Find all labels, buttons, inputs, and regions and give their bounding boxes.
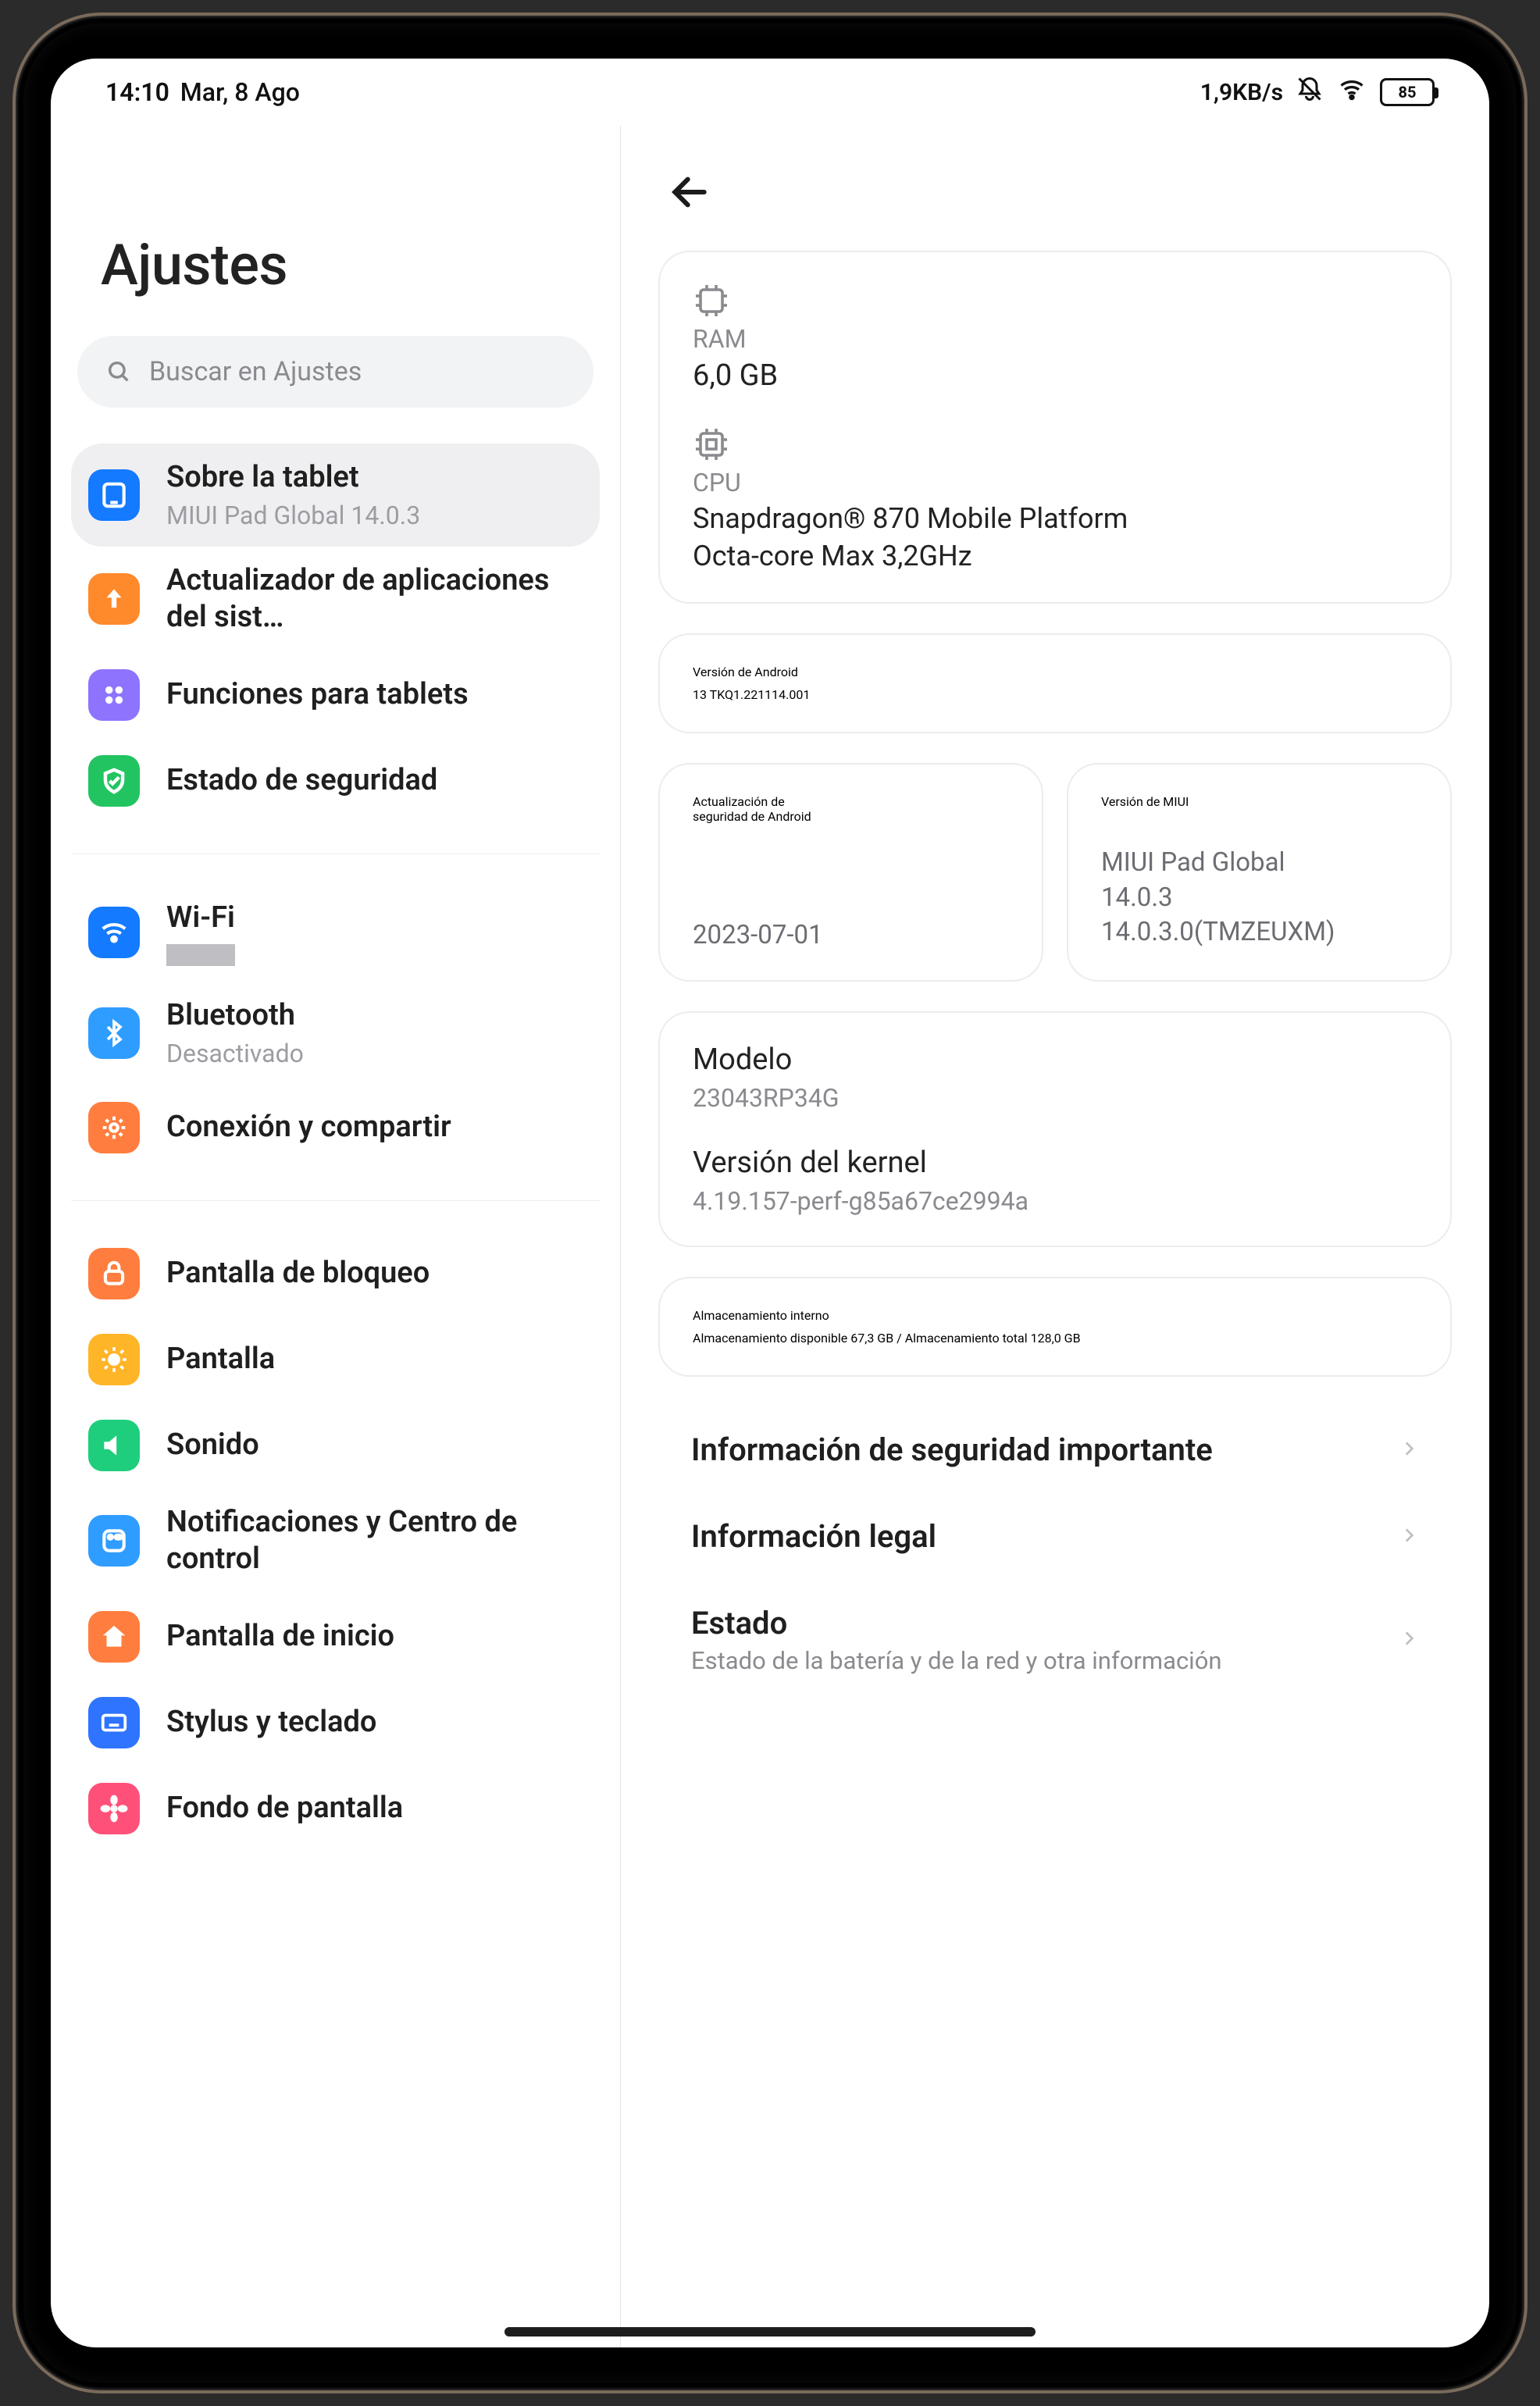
- status-clock: 14:10: [105, 77, 169, 107]
- sidebar-item-notifications[interactable]: Notificaciones y Centro de control: [71, 1488, 600, 1594]
- search-placeholder: Buscar en Ajustes: [149, 356, 362, 387]
- model-title: Modelo: [693, 1043, 1417, 1077]
- sidebar-item-wallpaper[interactable]: Fondo de pantalla: [71, 1766, 600, 1852]
- detail-pane: RAM 6,0 GB CPU Snapdragon® 870 Mobile Pl…: [621, 126, 1489, 2347]
- search-input[interactable]: Buscar en Ajustes: [77, 336, 594, 408]
- link-label: Información de seguridad importante: [691, 1431, 1383, 1468]
- card-android-version[interactable]: Versión de Android 13 TKQ1.221114.001: [658, 633, 1452, 733]
- sidebar-item-label: Funciones para tablets: [166, 676, 469, 714]
- sidebar-item-connection-share[interactable]: Conexión y compartir: [71, 1085, 600, 1171]
- sidebar-item-sub: Desactivado: [166, 1038, 304, 1069]
- miui-line-2: 14.0.3: [1101, 881, 1417, 916]
- android-version-value: 13 TKQ1.221114.001: [693, 687, 1417, 702]
- cpu-value-2: Octa-core Max 3,2GHz: [693, 540, 1417, 572]
- status-bar: 14:10 Mar, 8 Ago 1,9KB/s 85: [51, 59, 1489, 126]
- status-date: Mar, 8 Ago: [180, 77, 300, 107]
- kernel-value: 4.19.157-perf-g85a67ce2994a: [693, 1186, 1417, 1216]
- link-legal-info[interactable]: Información legal: [691, 1493, 1419, 1580]
- wifi-ssid-redacted: [166, 944, 235, 966]
- wifi-icon: [88, 907, 140, 958]
- card-storage[interactable]: Almacenamiento interno Almacenamiento di…: [658, 1277, 1452, 1377]
- chevron-right-icon: [1399, 1438, 1419, 1462]
- wifi-icon: [1336, 75, 1367, 109]
- brightness-icon: [88, 1334, 140, 1385]
- home-icon: [88, 1611, 140, 1663]
- flower-icon: [88, 1783, 140, 1834]
- sidebar-item-label: Stylus y teclado: [166, 1704, 376, 1741]
- sidebar-item-lockscreen[interactable]: Pantalla de bloqueo: [71, 1231, 600, 1317]
- sidebar-item-label: Pantalla: [166, 1341, 275, 1378]
- settings-sidebar: Ajustes Buscar en Ajustes Sobre la table…: [51, 126, 621, 2347]
- back-button[interactable]: [668, 169, 715, 216]
- sidebar-item-about-tablet[interactable]: Sobre la tablet MIUI Pad Global 14.0.3: [71, 444, 600, 547]
- chevron-right-icon: [1399, 1525, 1419, 1549]
- lock-icon: [88, 1248, 140, 1299]
- sidebar-item-label: Wi-Fi: [166, 900, 235, 937]
- sidebar-item-label: Fondo de pantalla: [166, 1790, 403, 1827]
- share-icon: [88, 1102, 140, 1153]
- link-sub: Estado de la batería y de la red y otra …: [691, 1646, 1383, 1675]
- card-miui-version[interactable]: Versión de MIUI MIUI Pad Global 14.0.3 1…: [1067, 763, 1452, 982]
- miui-line-1: MIUI Pad Global: [1101, 846, 1417, 881]
- shield-check-icon: [88, 755, 140, 807]
- sidebar-item-security-status[interactable]: Estado de seguridad: [71, 738, 600, 824]
- ram-label: RAM: [693, 324, 1417, 354]
- sidebar-item-label: Conexión y compartir: [166, 1109, 451, 1146]
- ram-value: 6,0 GB: [693, 358, 1417, 393]
- sidebar-item-label: Estado de seguridad: [166, 762, 437, 800]
- sidebar-item-home-screen[interactable]: Pantalla de inicio: [71, 1594, 600, 1680]
- storage-sub: Almacenamiento disponible 67,3 GB / Alma…: [693, 1331, 1417, 1346]
- sidebar-item-stylus-keyboard[interactable]: Stylus y teclado: [71, 1680, 600, 1766]
- status-net-speed: 1,9KB/s: [1200, 79, 1283, 106]
- battery-icon: 85: [1380, 78, 1435, 106]
- sidebar-item-bluetooth[interactable]: Bluetooth Desactivado: [71, 982, 600, 1085]
- link-security-info[interactable]: Información de seguridad importante: [691, 1406, 1419, 1493]
- cpu-icon: [693, 426, 730, 463]
- link-status[interactable]: Estado Estado de la batería y de la red …: [691, 1580, 1419, 1700]
- sidebar-item-label: Sonido: [166, 1427, 259, 1464]
- control-center-icon: [88, 1515, 140, 1567]
- arrow-left-icon: [668, 170, 711, 214]
- sidebar-item-label: Sobre la tablet: [166, 459, 420, 497]
- kernel-title: Versión del kernel: [693, 1146, 1417, 1180]
- android-version-title: Versión de Android: [693, 665, 1417, 679]
- speaker-icon: [88, 1420, 140, 1471]
- security-update-title-1: Actualización de: [693, 794, 1009, 809]
- cpu-label: CPU: [693, 468, 1417, 497]
- nav-handle[interactable]: [504, 2327, 1036, 2336]
- link-label: Información legal: [691, 1518, 1383, 1555]
- sidebar-item-display[interactable]: Pantalla: [71, 1317, 600, 1403]
- miui-title: Versión de MIUI: [1101, 794, 1417, 809]
- sidebar-item-tablet-functions[interactable]: Funciones para tablets: [71, 652, 600, 738]
- sidebar-item-label: Bluetooth: [166, 997, 304, 1035]
- storage-title: Almacenamiento interno: [693, 1308, 1417, 1323]
- sidebar-item-wifi[interactable]: Wi-Fi: [71, 884, 600, 982]
- bluetooth-icon: [88, 1007, 140, 1059]
- link-label: Estado: [691, 1605, 1383, 1641]
- sidebar-item-label: Pantalla de inicio: [166, 1618, 394, 1656]
- cpu-value-1: Snapdragon® 870 Mobile Platform: [693, 502, 1417, 535]
- sidebar-item-sub: MIUI Pad Global 14.0.3: [166, 500, 420, 531]
- sidebar-item-label: Actualizador de aplicaciones del sist…: [166, 562, 579, 636]
- card-model-kernel[interactable]: Modelo 23043RP34G Versión del kernel 4.1…: [658, 1011, 1452, 1247]
- sidebar-item-label: Pantalla de bloqueo: [166, 1255, 430, 1292]
- card-specs[interactable]: RAM 6,0 GB CPU Snapdragon® 870 Mobile Pl…: [658, 251, 1452, 604]
- card-security-update[interactable]: Actualización de seguridad de Android 20…: [658, 763, 1043, 982]
- tablet-icon: [88, 469, 140, 521]
- ram-icon: [693, 282, 730, 319]
- security-update-title-2: seguridad de Android: [693, 809, 1009, 824]
- model-value: 23043RP34G: [693, 1083, 1417, 1113]
- sidebar-item-sound[interactable]: Sonido: [71, 1403, 600, 1488]
- grid-icon: [88, 669, 140, 721]
- page-title: Ajustes: [71, 126, 600, 336]
- keyboard-icon: [88, 1697, 140, 1748]
- sidebar-item-system-updater[interactable]: Actualizador de aplicaciones del sist…: [71, 547, 600, 652]
- arrow-up-icon: [88, 573, 140, 625]
- dnd-icon: [1296, 75, 1324, 109]
- miui-line-3: 14.0.3.0(TMZEUXM): [1101, 915, 1417, 950]
- chevron-right-icon: [1399, 1628, 1419, 1652]
- security-update-value: 2023-07-01: [693, 920, 1009, 950]
- sidebar-item-label: Notificaciones y Centro de control: [166, 1504, 579, 1578]
- search-icon: [105, 358, 132, 385]
